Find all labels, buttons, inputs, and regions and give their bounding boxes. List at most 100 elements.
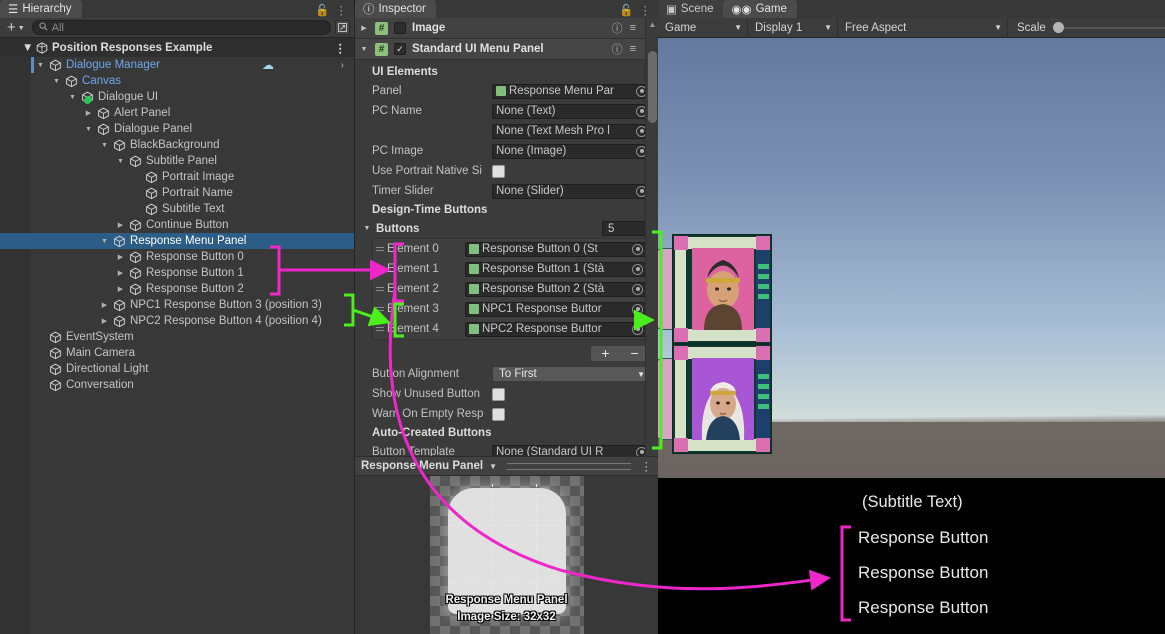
hierarchy-item-response-menu-panel[interactable]: ▼ Response Menu Panel [0,233,354,249]
chevron-down-icon[interactable]: ▼ [116,158,125,165]
hierarchy-item-dialogue-manager[interactable]: ▼ Dialogue Manager ☁ › [0,57,354,73]
field-use-portrait-native-si[interactable]: Use Portrait Native Si [355,161,658,181]
hierarchy-search-input[interactable] [51,21,324,34]
object-field[interactable]: Response Button 2 (Stà [465,281,646,297]
chevron-right-icon[interactable]: ▶ [116,253,125,261]
response-button-0[interactable]: Response Button [858,528,988,548]
checkbox[interactable] [492,387,505,401]
object-picker-icon[interactable] [632,243,643,255]
object-field[interactable]: None (Slider) [492,183,650,199]
drag-handle-icon[interactable] [373,307,387,311]
game-target-dropdown[interactable]: Game ▼ [658,17,748,38]
chevron-down-icon[interactable]: ▼ [36,62,45,69]
object-field[interactable]: NPC1 Response Buttor [465,301,646,317]
search-filter-button[interactable] [335,20,350,35]
chevron-down-icon[interactable]: ▼ [362,225,372,232]
object-picker-icon[interactable] [632,303,643,315]
drag-handle-icon[interactable] [373,327,387,331]
hierarchy-item-conversation[interactable]: Conversation [0,377,354,393]
response-button-1[interactable]: Response Button [858,563,988,583]
menu-panel-enabled-checkbox[interactable]: ✓ [394,43,406,55]
field-pc-name[interactable]: PC Name None (Text) [355,101,658,121]
chevron-down-icon[interactable]: ▼ [52,78,61,85]
drag-handle-icon[interactable] [373,247,387,251]
aspect-dropdown[interactable]: Free Aspect ▼ [838,17,1008,38]
hierarchy-search-box[interactable] [31,20,331,35]
checkbox[interactable] [492,164,505,178]
help-icon[interactable]: ⓘ [612,20,623,36]
object-field[interactable]: Response Button 1 (Stà [465,261,646,277]
chevron-down-icon[interactable]: ▼ [489,462,497,471]
chevron-right-icon[interactable]: ▶ [100,317,109,325]
component-header-image[interactable]: ▶ # Image ⓘ ≡ ⋮ [355,18,658,39]
field-pc-image[interactable]: PC Image None (Image) [355,141,658,161]
image-enabled-checkbox[interactable] [394,22,406,34]
hierarchy-item-alert-panel[interactable]: ▶ Alert Panel [0,105,354,121]
kebab-menu-icon[interactable]: ⋮ [640,3,652,17]
array-element-row[interactable]: Element 2 Response Button 2 (Stà [373,279,649,299]
tab-game[interactable]: ◉◉ Game [723,0,797,18]
chevron-down-icon[interactable]: ▼ [22,42,33,54]
array-element-row[interactable]: Element 4 NPC2 Response Buttor [373,319,649,339]
hierarchy-item-continue-button[interactable]: ▶ Continue Button [0,217,354,233]
scale-control[interactable]: Scale [1008,22,1165,34]
field-unlabeled[interactable]: None (Text Mesh Pro l [355,121,658,141]
chevron-down-icon[interactable]: ▼ [68,94,77,101]
hierarchy-item-subtitle-panel[interactable]: ▼ Subtitle Panel [0,153,354,169]
object-field[interactable]: Response Menu Par [492,83,650,99]
chevron-right-icon[interactable]: ▶ [100,301,109,309]
hierarchy-item-canvas[interactable]: ▼ Canvas [0,73,354,89]
preset-icon[interactable]: ≡ [630,43,636,55]
response-button-2[interactable]: Response Button [858,598,988,618]
hierarchy-item-eventsystem[interactable]: EventSystem [0,329,354,345]
hierarchy-scene-root[interactable]: ▼ Position Responses Example ⋮ [0,38,354,57]
kebab-menu-icon[interactable]: ⋮ [641,459,653,473]
chevron-down-icon[interactable]: ▼ [100,238,109,245]
slider-knob[interactable] [1052,22,1064,33]
array-element-row[interactable]: Element 0 Response Button 0 (St [373,239,649,259]
field-timer-slider[interactable]: Timer Slider None (Slider) [355,181,658,201]
scale-slider[interactable] [1052,22,1165,34]
array-add-button[interactable]: + [601,346,609,360]
lock-icon[interactable]: 🔓 [315,3,329,17]
chevron-right-icon[interactable]: ▶ [84,109,93,117]
hierarchy-item-dialogue-panel[interactable]: ▼ Dialogue Panel [0,121,354,137]
hierarchy-item-response-button-1[interactable]: ▶ Response Button 1 [0,265,354,281]
component-header-standard-ui-menu-panel[interactable]: ▼ # ✓ Standard UI Menu Panel ⓘ ≡ ⋮ [355,39,658,60]
hierarchy-item-npc2-response-button-4-position-4[interactable]: ▶ NPC2 Response Button 4 (position 4) [0,313,354,329]
object-field[interactable]: None (Image) [492,143,650,159]
drag-handle-icon[interactable] [373,287,387,291]
hierarchy-item-response-button-0[interactable]: ▶ Response Button 0 [0,249,354,265]
dropdown[interactable]: To First ▼ [492,366,650,382]
scrollbar-thumb[interactable] [648,51,657,123]
game-viewport[interactable]: (Subtitle Text) Response Button Response… [658,38,1165,634]
object-field[interactable]: NPC2 Response Buttor [465,321,646,337]
lock-icon[interactable]: 🔓 [619,3,633,17]
help-icon[interactable]: ⓘ [612,41,623,57]
chevron-down-icon[interactable]: ▼ [359,46,369,53]
preview-header[interactable]: Response Menu Panel ▼ ⋮ [355,456,658,476]
object-field[interactable]: Response Button 0 (St [465,241,646,257]
chevron-right-icon[interactable]: ▶ [359,24,369,32]
hierarchy-item-blackbackground[interactable]: ▼ BlackBackground [0,137,354,153]
preset-icon[interactable]: ≡ [630,22,636,34]
array-element-row[interactable]: Element 3 NPC1 Response Buttor [373,299,649,319]
display-dropdown[interactable]: Display 1 ▼ [748,17,838,38]
prefab-icon[interactable]: ☁ [262,58,274,72]
object-picker-icon[interactable] [632,263,643,275]
add-gameobject-button[interactable]: + ▼ [4,20,28,35]
array-remove-button[interactable]: − [630,346,638,360]
field-warn-on-empty-resp[interactable]: Warn On Empty Resp [355,404,658,424]
hierarchy-item-directional-light[interactable]: Directional Light [0,361,354,377]
hierarchy-item-subtitle-text[interactable]: Subtitle Text [0,201,354,217]
hierarchy-item-npc1-response-button-3-position-3[interactable]: ▶ NPC1 Response Button 3 (position 3) [0,297,354,313]
hierarchy-item-portrait-image[interactable]: Portrait Image [0,169,354,185]
array-size-input[interactable]: 5 [602,221,650,236]
buttons-array-header[interactable]: ▼ Buttons 5 [355,219,658,238]
hierarchy-item-portrait-name[interactable]: Portrait Name [0,185,354,201]
tab-scene[interactable]: ▣ Scene [658,0,724,18]
object-picker-icon[interactable] [632,323,643,335]
object-field[interactable]: None (Text Mesh Pro l [492,123,650,139]
hierarchy-item-dialogue-ui[interactable]: ▼ Dialogue UI [0,89,354,105]
field-button-alignment[interactable]: Button Alignment To First ▼ [355,364,658,384]
